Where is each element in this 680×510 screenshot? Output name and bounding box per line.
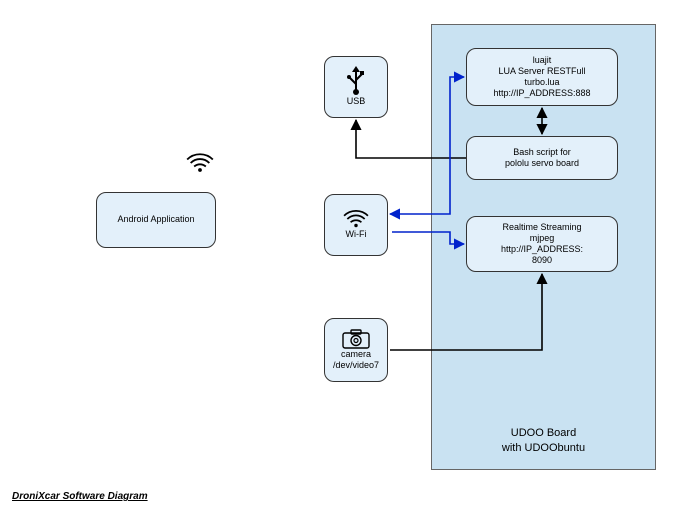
wifi-node: Wi-Fi bbox=[324, 194, 388, 256]
wifi-free-icon bbox=[186, 152, 214, 174]
android-app-label: Android Application bbox=[117, 214, 194, 225]
usb-node: USB bbox=[324, 56, 388, 118]
lua-line4: http://IP_ADDRESS:888 bbox=[493, 88, 590, 99]
camera-line2: /dev/video7 bbox=[333, 360, 379, 371]
usb-icon bbox=[344, 66, 368, 96]
streaming-node: Realtime Streaming mjpeg http://IP_ADDRE… bbox=[466, 216, 618, 272]
lua-line2: LUA Server RESTFull bbox=[498, 66, 585, 77]
bash-script-node: Bash script for pololu servo board bbox=[466, 136, 618, 180]
udoo-title-line1: UDOO Board bbox=[511, 427, 576, 439]
camera-icon bbox=[342, 329, 370, 349]
diagram-caption: DroniXcar Software Diagram bbox=[12, 491, 148, 502]
lua-line1: luajit bbox=[533, 55, 552, 66]
lua-server-node: luajit LUA Server RESTFull turbo.lua htt… bbox=[466, 48, 618, 106]
stream-line2: mjpeg bbox=[530, 233, 555, 244]
bash-line2: pololu servo board bbox=[505, 158, 579, 169]
wifi-icon bbox=[343, 209, 369, 229]
stream-line4: 8090 bbox=[532, 255, 552, 266]
udoo-board-title: UDOO Board with UDOObuntu bbox=[432, 426, 655, 455]
camera-line1: camera bbox=[341, 349, 371, 360]
lua-line3: turbo.lua bbox=[524, 77, 559, 88]
udoo-title-line2: with UDOObuntu bbox=[502, 442, 585, 454]
usb-label: USB bbox=[347, 96, 366, 107]
stream-line1: Realtime Streaming bbox=[502, 222, 581, 233]
camera-node: camera /dev/video7 bbox=[324, 318, 388, 382]
bash-line1: Bash script for bbox=[513, 147, 571, 158]
android-app-node: Android Application bbox=[96, 192, 216, 248]
stream-line3: http://IP_ADDRESS: bbox=[501, 244, 583, 255]
wifi-label: Wi-Fi bbox=[346, 229, 367, 240]
